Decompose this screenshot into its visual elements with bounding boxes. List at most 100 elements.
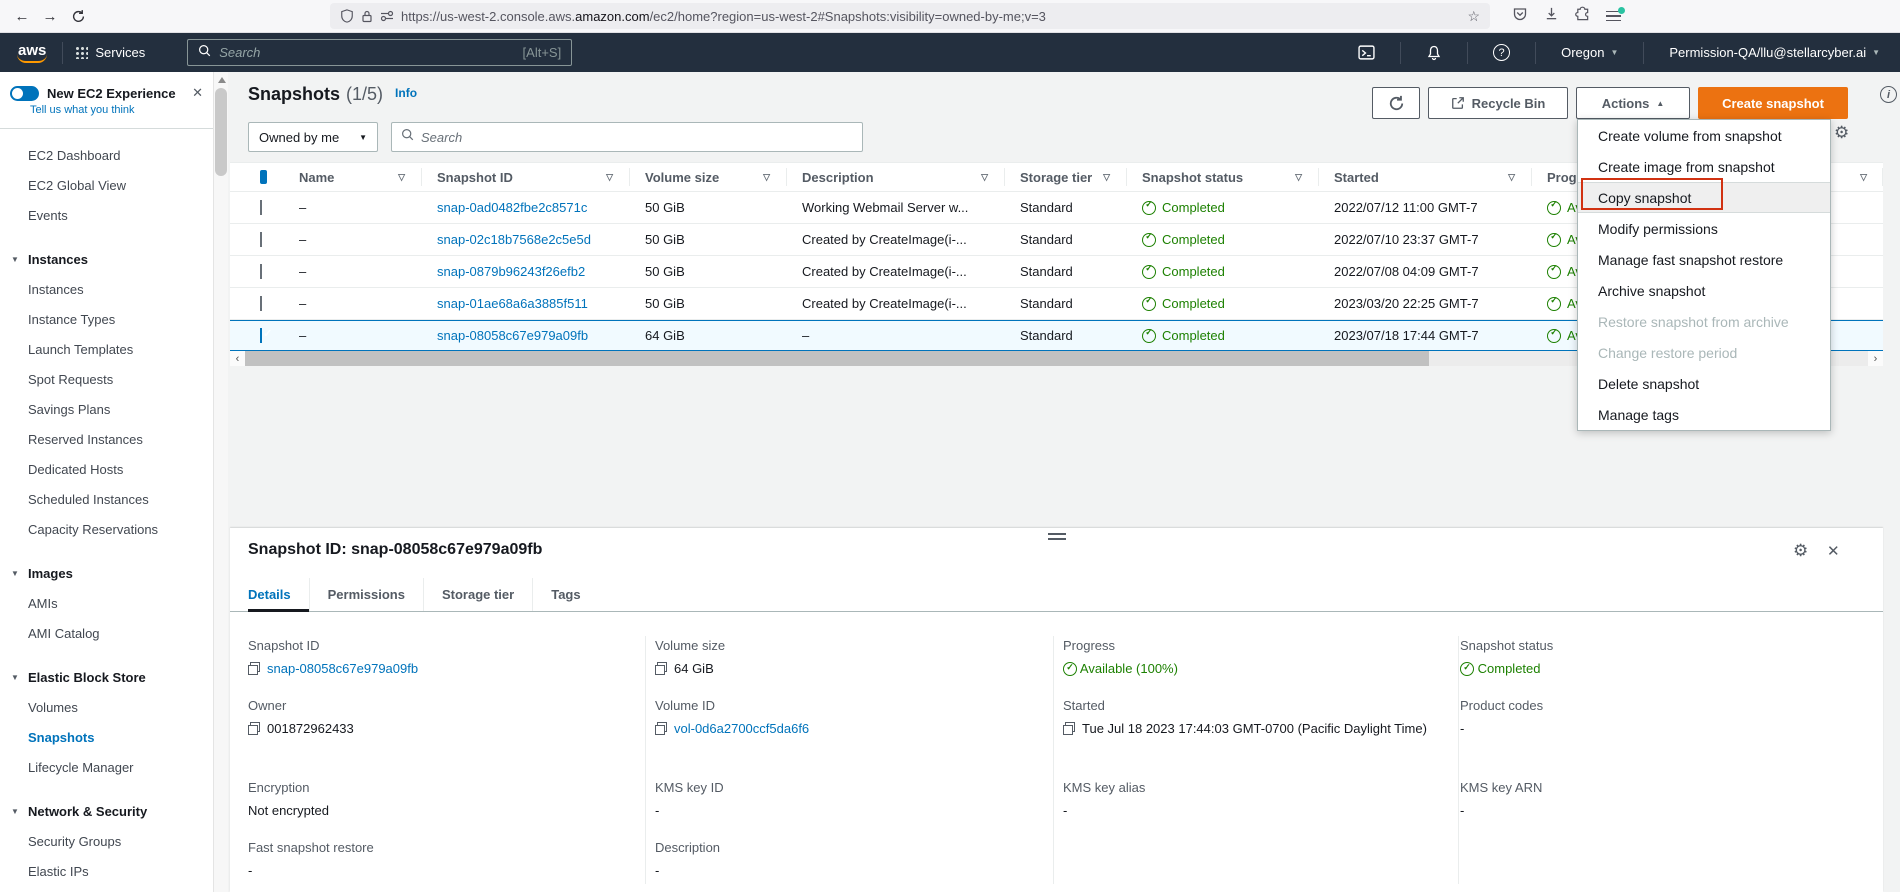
help-icon[interactable]: [1480, 44, 1523, 61]
menu-item-modify-permissions[interactable]: Modify permissions: [1578, 213, 1830, 244]
sidebar-section-elastic-block-store[interactable]: Elastic Block Store: [0, 663, 213, 693]
extensions-puzzle-icon[interactable]: [1575, 6, 1590, 26]
row-checkbox[interactable]: [260, 200, 262, 215]
column-header-volume-size[interactable]: Volume size: [629, 163, 786, 191]
global-search-input[interactable]: [219, 45, 514, 60]
sidebar-item-reserved-instances[interactable]: Reserved Instances: [0, 425, 213, 455]
sort-icon[interactable]: [1860, 172, 1867, 183]
services-menu[interactable]: Services: [75, 45, 145, 60]
menu-item-manage-fast-snapshot-restore[interactable]: Manage fast snapshot restore: [1578, 244, 1830, 275]
sidebar-item-lifecycle-manager[interactable]: Lifecycle Manager: [0, 753, 213, 783]
info-link[interactable]: Info: [395, 86, 417, 100]
region-selector[interactable]: Oregon: [1548, 45, 1631, 60]
menu-hamburger-icon[interactable]: [1606, 11, 1621, 22]
column-header-started[interactable]: Started: [1318, 163, 1531, 191]
sort-icon[interactable]: [606, 172, 613, 183]
snapshot-id-link[interactable]: snap-08058c67e979a09fb: [421, 328, 629, 343]
copy-icon[interactable]: [655, 662, 667, 675]
notifications-bell-icon[interactable]: [1413, 45, 1455, 61]
sidebar-item-spot-requests[interactable]: Spot Requests: [0, 365, 213, 395]
sidebar-item-savings-plans[interactable]: Savings Plans: [0, 395, 213, 425]
sidebar-item-dedicated-hosts[interactable]: Dedicated Hosts: [0, 455, 213, 485]
sidebar-section-images[interactable]: Images: [0, 559, 213, 589]
scrollbar-thumb[interactable]: [215, 88, 227, 176]
sidebar-item-ami-catalog[interactable]: AMI Catalog: [0, 619, 213, 649]
download-icon[interactable]: [1544, 6, 1559, 26]
sort-icon[interactable]: [763, 172, 770, 183]
sidebar-item-volumes[interactable]: Volumes: [0, 693, 213, 723]
row-checkbox[interactable]: [260, 296, 262, 311]
copy-icon[interactable]: [248, 722, 260, 735]
permissions-icon[interactable]: [380, 9, 394, 23]
owned-by-filter[interactable]: Owned by me: [248, 122, 378, 152]
sidebar-item-scheduled-instances[interactable]: Scheduled Instances: [0, 485, 213, 515]
copy-icon[interactable]: [655, 722, 667, 735]
panel-drag-handle[interactable]: [1048, 533, 1066, 542]
scroll-left-arrow[interactable]: [230, 351, 245, 366]
row-checkbox[interactable]: [260, 264, 262, 279]
create-snapshot-button[interactable]: Create snapshot: [1698, 87, 1848, 119]
row-checkbox-checked[interactable]: [260, 328, 262, 343]
account-menu[interactable]: Permission-QA/llu@stellarcyber.ai: [1656, 45, 1900, 60]
tab-permissions[interactable]: Permissions: [309, 578, 423, 611]
snapshot-id-link[interactable]: snap-0ad0482fbe2c8571c: [421, 200, 629, 215]
panel-settings-gear-icon[interactable]: [1793, 542, 1808, 559]
sidebar-item-ec2-dashboard[interactable]: EC2 Dashboard: [0, 141, 213, 171]
sidebar-item-events[interactable]: Events: [0, 201, 213, 231]
copy-icon[interactable]: [1063, 722, 1075, 735]
cloudshell-icon[interactable]: [1345, 44, 1388, 61]
menu-item-manage-tags[interactable]: Manage tags: [1578, 399, 1830, 430]
sidebar-item-ec2-global-view[interactable]: EC2 Global View: [0, 171, 213, 201]
column-header-description[interactable]: Description: [786, 163, 1004, 191]
snapshot-id-link[interactable]: snap-02c18b7568e2c5e5d: [421, 232, 629, 247]
menu-item-archive-snapshot[interactable]: Archive snapshot: [1578, 275, 1830, 306]
column-header-snapshot-status[interactable]: Snapshot status: [1126, 163, 1318, 191]
sidebar-item-launch-templates[interactable]: Launch Templates: [0, 335, 213, 365]
column-header-snapshot-id[interactable]: Snapshot ID: [421, 163, 629, 191]
browser-forward-icon[interactable]: [36, 3, 64, 29]
column-header-name[interactable]: Name: [283, 163, 421, 191]
sidebar-item-elastic-ips[interactable]: Elastic IPs: [0, 857, 213, 887]
sort-icon[interactable]: [1508, 172, 1515, 183]
sidebar-section-network-security[interactable]: Network & Security: [0, 797, 213, 827]
snapshot-search[interactable]: [391, 122, 863, 152]
panel-close-icon[interactable]: [1827, 542, 1840, 560]
sidebar-item-instance-types[interactable]: Instance Types: [0, 305, 213, 335]
tab-tags[interactable]: Tags: [532, 578, 598, 611]
browser-back-icon[interactable]: [8, 3, 36, 29]
sidebar-scrollbar[interactable]: [213, 72, 228, 892]
aws-logo[interactable]: aws: [14, 42, 50, 64]
sidebar-item-capacity-reservations[interactable]: Capacity Reservations: [0, 515, 213, 545]
tab-storage-tier[interactable]: Storage tier: [423, 578, 532, 611]
recycle-bin-button[interactable]: Recycle Bin: [1428, 87, 1568, 119]
scrollbar-thumb[interactable]: [245, 351, 1429, 366]
scroll-right-arrow[interactable]: [1868, 351, 1883, 366]
scrollbar-up-arrow[interactable]: [218, 77, 226, 83]
browser-reload-icon[interactable]: [64, 3, 92, 29]
url-bar[interactable]: https://us-west-2.console.aws.amazon.com…: [330, 3, 1490, 29]
shield-icon[interactable]: [340, 9, 354, 23]
new-experience-toggle[interactable]: [10, 86, 39, 101]
experiment-feedback-link[interactable]: Tell us what you think: [0, 101, 213, 116]
sidebar-item-security-groups[interactable]: Security Groups: [0, 827, 213, 857]
snapshot-id-link[interactable]: snap-01ae68a6a3885f511: [421, 296, 629, 311]
sort-icon[interactable]: [1295, 172, 1302, 183]
global-search[interactable]: [Alt+S]: [187, 39, 572, 66]
row-checkbox[interactable]: [260, 232, 262, 247]
refresh-button[interactable]: [1372, 87, 1420, 119]
info-panel-icon[interactable]: [1880, 86, 1897, 103]
select-all-checkbox[interactable]: [260, 170, 267, 184]
lock-icon[interactable]: [361, 10, 373, 23]
sidebar-section-instances[interactable]: Instances: [0, 245, 213, 275]
actions-button[interactable]: Actions: [1576, 87, 1690, 119]
menu-item-delete-snapshot[interactable]: Delete snapshot: [1578, 368, 1830, 399]
sidebar-item-instances[interactable]: Instances: [0, 275, 213, 305]
close-icon[interactable]: [192, 85, 203, 101]
table-settings-gear-icon[interactable]: [1834, 124, 1849, 141]
sidebar-item-snapshots[interactable]: Snapshots: [0, 723, 213, 753]
snapshot-id-link[interactable]: snap-0879b96243f26efb2: [421, 264, 629, 279]
sidebar-item-amis[interactable]: AMIs: [0, 589, 213, 619]
snapshot-search-input[interactable]: [421, 130, 853, 145]
sort-icon[interactable]: [398, 172, 405, 183]
menu-item-create-volume-from-snapshot[interactable]: Create volume from snapshot: [1578, 120, 1830, 151]
